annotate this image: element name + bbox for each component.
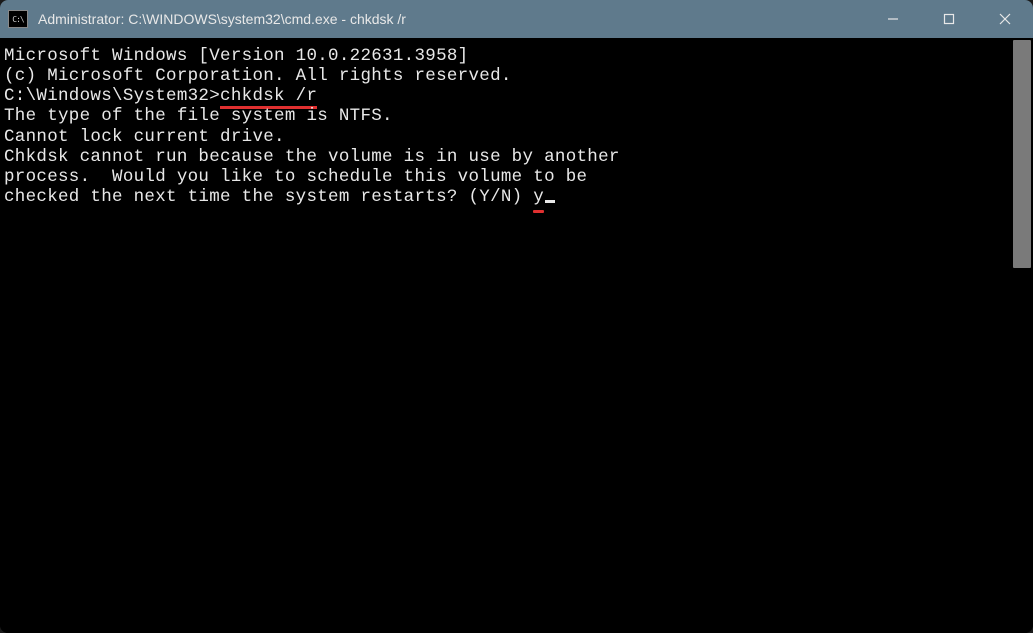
output-line: process. Would you like to schedule this… bbox=[4, 167, 1013, 187]
maximize-button[interactable] bbox=[921, 0, 977, 38]
prompt-path: C:\Windows\System32> bbox=[4, 86, 220, 106]
minimize-icon bbox=[887, 13, 899, 25]
window-title: Administrator: C:\WINDOWS\system32\cmd.e… bbox=[38, 11, 865, 27]
user-input: y bbox=[533, 187, 544, 207]
terminal-output[interactable]: Microsoft Windows [Version 10.0.22631.39… bbox=[0, 38, 1013, 633]
cmd-window: C:\ Administrator: C:\WINDOWS\system32\c… bbox=[0, 0, 1033, 633]
output-line: (c) Microsoft Corporation. All rights re… bbox=[4, 66, 1013, 86]
output-line: checked the next time the system restart… bbox=[4, 187, 1013, 207]
output-line: Chkdsk cannot run because the volume is … bbox=[4, 147, 1013, 167]
window-controls bbox=[865, 0, 1033, 38]
scrollbar-thumb[interactable] bbox=[1013, 40, 1031, 268]
titlebar[interactable]: C:\ Administrator: C:\WINDOWS\system32\c… bbox=[0, 0, 1033, 38]
question-text: checked the next time the system restart… bbox=[4, 187, 533, 207]
terminal-area: Microsoft Windows [Version 10.0.22631.39… bbox=[0, 38, 1033, 633]
minimize-button[interactable] bbox=[865, 0, 921, 38]
close-button[interactable] bbox=[977, 0, 1033, 38]
maximize-icon bbox=[943, 13, 955, 25]
output-line: The type of the file system is NTFS. bbox=[4, 106, 1013, 126]
cursor bbox=[545, 200, 555, 203]
cmd-icon: C:\ bbox=[8, 10, 28, 28]
output-line: Microsoft Windows [Version 10.0.22631.39… bbox=[4, 46, 1013, 66]
close-icon bbox=[999, 13, 1011, 25]
output-line: Cannot lock current drive. bbox=[4, 127, 1013, 147]
scrollbar[interactable] bbox=[1013, 40, 1031, 631]
prompt-line: C:\Windows\System32>chkdsk /r bbox=[4, 86, 1013, 106]
